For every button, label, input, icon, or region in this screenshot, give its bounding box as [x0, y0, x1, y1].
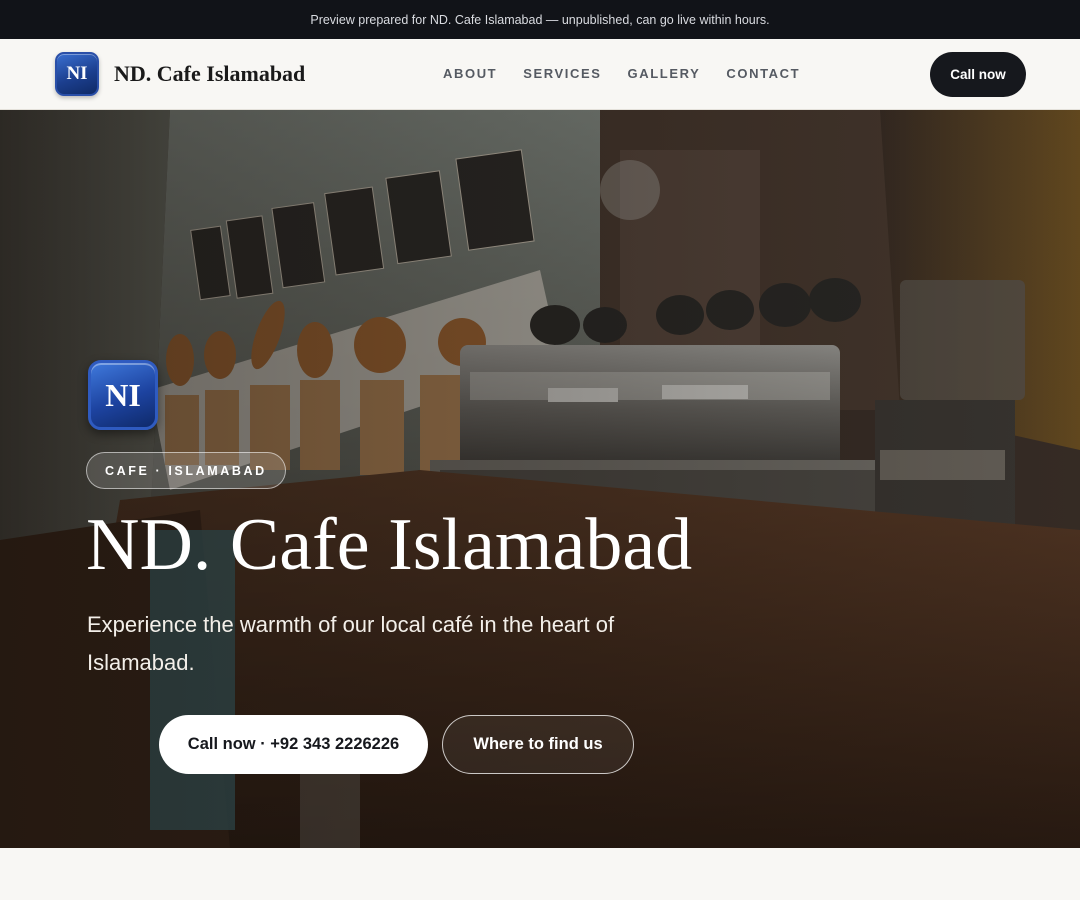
main-nav: ABOUT SERVICES GALLERY CONTACT	[443, 66, 826, 81]
logo-icon[interactable]: NI	[55, 52, 99, 96]
nav-link-services[interactable]: SERVICES	[523, 66, 601, 81]
hero-subtitle: Experience the warmth of our local café …	[87, 612, 615, 675]
hero-call-button[interactable]: Call now · +92 343 2226226	[159, 715, 428, 774]
site-header: NI ND. Cafe Islamabad ABOUT SERVICES GAL…	[0, 39, 1080, 110]
preview-banner: Preview prepared for ND. Cafe Islamabad …	[0, 0, 1080, 39]
hero-section: NI CAFE · ISLAMABAD ND. Cafe Islamabad E…	[0, 110, 1080, 848]
nav-link-contact[interactable]: CONTACT	[726, 66, 800, 81]
hero-category-badge: CAFE · ISLAMABAD	[86, 452, 286, 489]
nav-link-gallery[interactable]: GALLERY	[628, 66, 701, 81]
header-call-button[interactable]: Call now	[930, 52, 1026, 97]
preview-banner-text: Preview prepared for ND. Cafe Islamabad …	[310, 12, 770, 27]
hero-logo-initials: NI	[105, 376, 141, 413]
hero-logo-icon: NI	[88, 360, 158, 430]
hero-location-button[interactable]: Where to find us	[442, 715, 634, 774]
hero-title: ND. Cafe Islamabad	[86, 504, 693, 586]
brand-name[interactable]: ND. Cafe Islamabad	[114, 61, 305, 87]
logo-initials: NI	[66, 63, 88, 84]
nav-link-about[interactable]: ABOUT	[443, 66, 497, 81]
